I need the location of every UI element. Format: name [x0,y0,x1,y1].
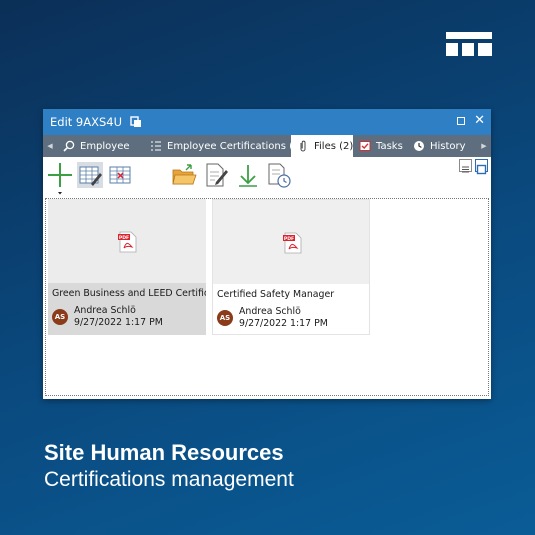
plus-icon [48,163,72,195]
tab-label: Tasks [376,140,403,152]
brand-logo [446,32,492,56]
edit-document-button[interactable] [203,162,229,188]
download-icon [239,165,257,187]
file-thumbnail: PDF [213,200,369,284]
tab-label: Employee [80,140,130,152]
avatar: AS [52,309,68,325]
pdf-file-icon: PDF [283,232,303,254]
edit-document-icon [206,163,228,187]
add-button[interactable] [47,162,73,195]
edit-grid-button[interactable] [77,162,103,188]
svg-text:PDF: PDF [284,236,294,242]
tab-label: History [430,140,466,152]
file-card[interactable]: PDF Certified Safety Manager AS Andrea S… [212,199,370,335]
document-history-icon [268,163,291,188]
window-titlebar: Edit 9AXS4U ✕ [43,109,491,135]
list-view-icon[interactable] [459,159,472,173]
tab-label: Employee Certifications (2) [167,140,304,152]
paperclip-icon [297,140,309,152]
file-date: 9/27/2022 1:17 PM [74,317,163,328]
grid-delete-icon [109,166,131,184]
file-owner: Andrea Schlö [74,305,136,316]
file-thumbnail: PDF [48,199,206,283]
document-history-button[interactable] [266,162,292,188]
history-icon [413,140,425,152]
file-owner: Andrea Schlö [239,306,301,317]
checkbox-icon [359,140,371,152]
tab-files[interactable]: Files (2) [291,135,353,157]
tab-history[interactable]: History [407,135,473,157]
file-card[interactable]: PDF Green Business and LEED Certific... … [48,199,206,335]
search-user-icon [63,140,75,152]
download-button[interactable] [235,162,261,188]
pdf-file-icon: PDF [118,231,138,253]
file-name: Certified Safety Manager [217,289,335,300]
files-toolbar [43,157,491,195]
delete-grid-button[interactable] [107,162,133,188]
file-date: 9/27/2022 1:17 PM [239,318,328,329]
tab-bar: ◀ Employee Employee Certifications (2) F… [43,135,491,157]
tab-scroll-left-icon[interactable]: ◀ [43,135,57,157]
window-title: Edit 9AXS4U [50,115,123,129]
avatar: AS [217,310,233,326]
tab-employee-certifications[interactable]: Employee Certifications (2) [144,135,303,157]
edit-window: Edit 9AXS4U ✕ ◀ Employee Employee Certif… [43,109,491,399]
list-icon [150,140,162,152]
subheadline: Certifications management [44,468,294,491]
tile-view-icon[interactable] [475,159,488,175]
open-folder-button[interactable] [171,162,197,188]
tab-tasks[interactable]: Tasks [353,135,407,157]
headline: Site Human Resources [44,440,284,465]
files-panel: PDF Green Business and LEED Certific... … [45,198,489,396]
file-name: Green Business and LEED Certific... [52,288,206,299]
copy-icon[interactable] [130,116,142,128]
maximize-icon[interactable] [457,117,466,125]
grid-edit-icon [79,166,102,186]
open-folder-icon [172,164,197,185]
close-icon[interactable]: ✕ [474,114,485,127]
svg-text:PDF: PDF [119,235,129,241]
tab-scroll-right-icon[interactable]: ▶ [477,135,491,157]
tab-label: Files (2) [314,140,354,152]
tab-employee[interactable]: Employee [57,135,144,157]
